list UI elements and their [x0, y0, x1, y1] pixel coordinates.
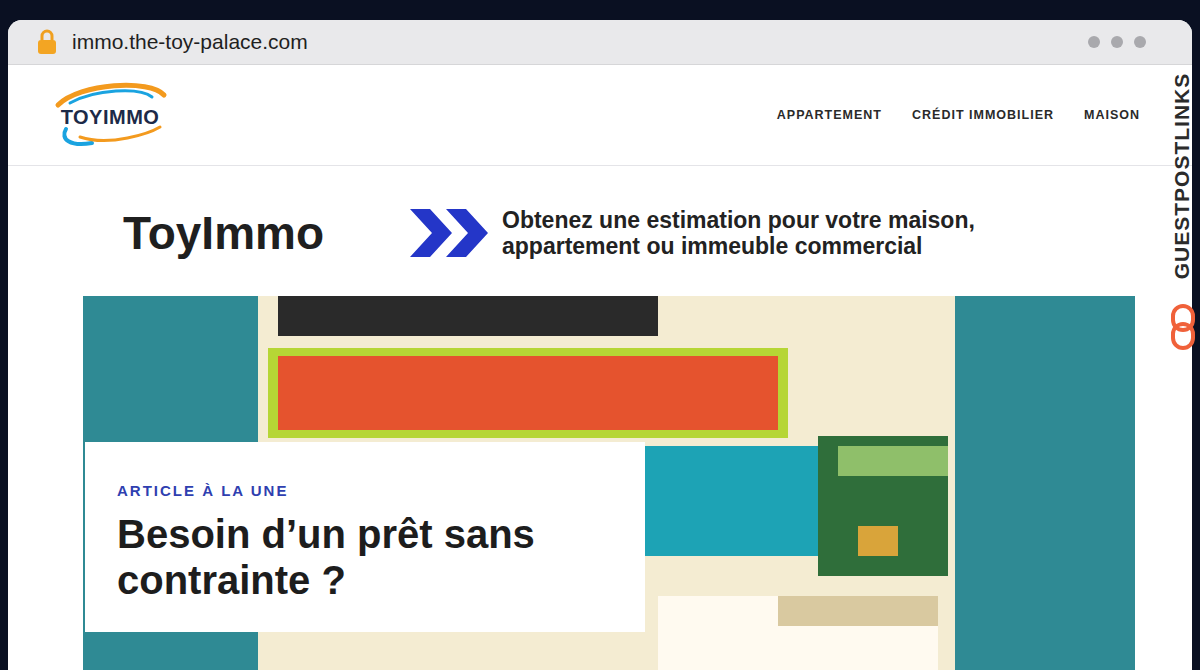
- window-controls: [1088, 36, 1146, 48]
- hero-shape: [778, 596, 938, 626]
- featured-label: ARTICLE À LA UNE: [117, 482, 625, 499]
- watermark-text: GUESTPOSTLINKS: [1170, 73, 1194, 280]
- url-text[interactable]: immo.the-toy-palace.com: [72, 30, 1074, 54]
- window-dot[interactable]: [1111, 36, 1123, 48]
- nav-link[interactable]: APPARTEMENT: [777, 108, 882, 122]
- hero-shape: [278, 296, 658, 336]
- logo-text: TOYIMMO: [61, 106, 160, 129]
- featured-title[interactable]: Besoin d’un prêt sans contrainte ?: [117, 511, 625, 603]
- window-dot[interactable]: [1134, 36, 1146, 48]
- main-nav: APPARTEMENT CRÉDIT IMMOBILIER MAISON: [777, 108, 1140, 122]
- watermark: GUESTPOSTLINKS: [1164, 56, 1200, 356]
- site-header: TOYIMMO APPARTEMENT CRÉDIT IMMOBILIER MAISO…: [8, 65, 1192, 166]
- nav-link[interactable]: MAISON: [1084, 108, 1140, 122]
- address-bar: immo.the-toy-palace.com: [8, 20, 1192, 65]
- site-logo[interactable]: TOYIMMO: [40, 77, 180, 153]
- link-icon: [1170, 304, 1196, 350]
- featured-hero[interactable]: ARTICLE À LA UNE Besoin d’un prêt sans co…: [83, 296, 1135, 670]
- hero-shape: [858, 526, 898, 556]
- brand-title: ToyImmo: [123, 206, 408, 260]
- tagline: Obtenez une estimation pour votre maison…: [502, 207, 1092, 260]
- featured-card[interactable]: ARTICLE À LA UNE Besoin d’un prêt sans co…: [85, 442, 645, 632]
- window-dot[interactable]: [1088, 36, 1100, 48]
- browser-window: immo.the-toy-palace.com TOYIMMO APPARTEMEN…: [8, 20, 1192, 670]
- double-chevron-icon: [408, 207, 490, 259]
- intro-row: ToyImmo Obtenez une estimation pour votre…: [8, 166, 1192, 296]
- nav-link[interactable]: CRÉDIT IMMOBILIER: [912, 108, 1054, 122]
- hero-shape: [278, 356, 778, 430]
- hero-shape: [838, 446, 948, 476]
- lock-icon: [36, 29, 58, 55]
